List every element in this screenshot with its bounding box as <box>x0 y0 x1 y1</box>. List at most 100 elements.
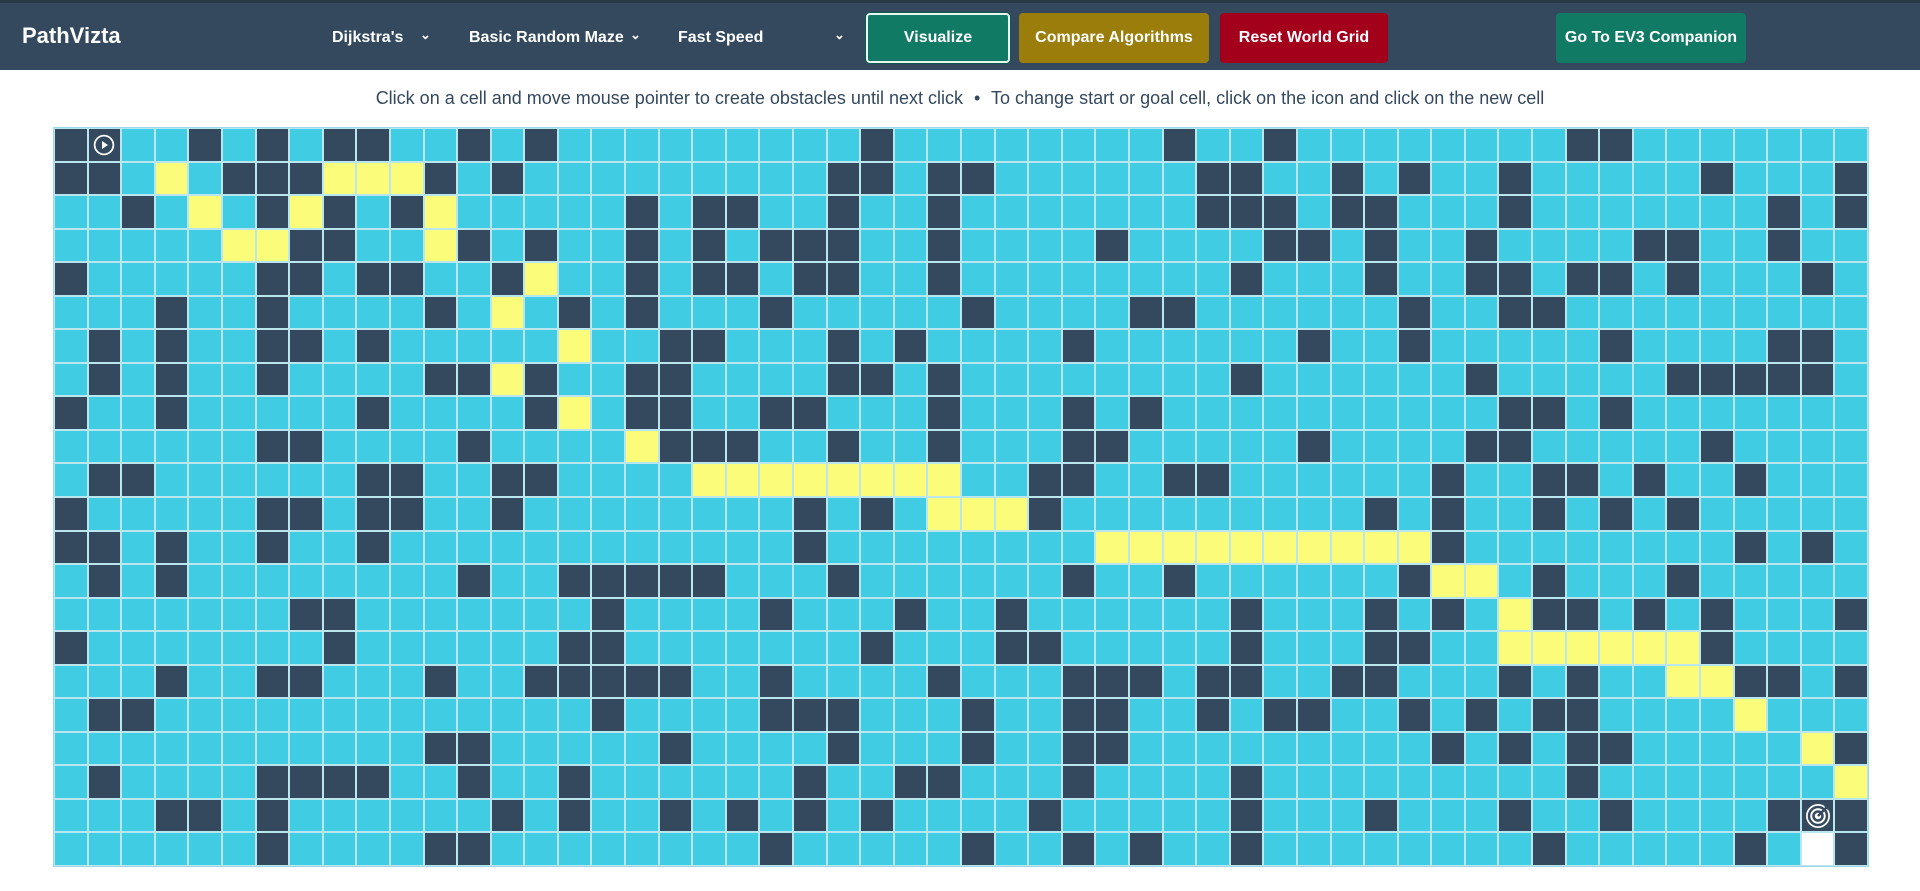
grid-cell[interactable] <box>961 195 995 229</box>
grid-cell[interactable] <box>1229 396 1264 430</box>
grid-cell[interactable] <box>1263 396 1297 430</box>
grid-cell[interactable] <box>356 798 390 833</box>
wall-cell[interactable] <box>1364 262 1398 296</box>
grid-cell[interactable] <box>1330 798 1365 833</box>
grid-cell[interactable] <box>1196 832 1230 866</box>
grid-cell[interactable] <box>1464 664 1499 699</box>
grid-cell[interactable] <box>1028 530 1062 565</box>
grid-cell[interactable] <box>1599 195 1633 229</box>
grid-cell[interactable] <box>994 195 1029 229</box>
wall-cell[interactable] <box>927 262 961 296</box>
grid-cell[interactable] <box>1733 329 1768 363</box>
grid-cell[interactable] <box>457 698 491 732</box>
grid-cell[interactable] <box>1632 195 1667 229</box>
wall-cell[interactable] <box>961 731 995 766</box>
wall-cell[interactable] <box>1498 161 1533 196</box>
wall-cell[interactable] <box>1364 195 1398 229</box>
grid-cell[interactable] <box>121 564 155 598</box>
wall-cell[interactable] <box>1464 228 1499 263</box>
wall-cell[interactable] <box>1532 564 1566 598</box>
grid-cell[interactable] <box>289 128 323 162</box>
grid-cell[interactable] <box>87 798 122 833</box>
wall-cell[interactable] <box>389 195 424 229</box>
grid-cell[interactable] <box>188 161 222 196</box>
grid-cell[interactable] <box>1095 798 1129 833</box>
grid-cell[interactable] <box>1095 564 1129 598</box>
grid-cell[interactable] <box>1263 597 1297 632</box>
grid-cell[interactable] <box>289 564 323 598</box>
wall-cell[interactable] <box>1834 798 1868 833</box>
grid-cell[interactable] <box>1263 362 1297 397</box>
path-cell[interactable] <box>1498 631 1533 665</box>
grid-cell[interactable] <box>1632 731 1667 766</box>
wall-cell[interactable] <box>322 597 357 632</box>
grid-cell[interactable] <box>1565 161 1600 196</box>
wall-cell[interactable] <box>154 329 189 363</box>
grid-cell[interactable] <box>1263 832 1297 866</box>
wall-cell[interactable] <box>860 631 894 665</box>
wall-cell[interactable] <box>289 228 323 263</box>
grid-cell[interactable] <box>1800 295 1835 330</box>
grid-cell[interactable] <box>1767 564 1801 598</box>
grid-cell[interactable] <box>1431 765 1465 799</box>
grid-cell[interactable] <box>893 295 928 330</box>
wall-cell[interactable] <box>457 832 491 866</box>
wall-cell[interactable] <box>289 429 323 464</box>
wall-cell[interactable] <box>255 429 290 464</box>
grid-cell[interactable] <box>1767 698 1801 732</box>
grid-cell[interactable] <box>1028 765 1062 799</box>
wall-cell[interactable] <box>1263 128 1297 162</box>
grid-cell[interactable] <box>1599 429 1633 464</box>
grid-cell[interactable] <box>759 631 794 665</box>
grid-cell[interactable] <box>1397 262 1432 296</box>
grid-cell[interactable] <box>121 262 155 296</box>
grid-cell[interactable] <box>1464 832 1499 866</box>
wall-cell[interactable] <box>356 497 390 531</box>
grid-cell[interactable] <box>1800 463 1835 497</box>
grid-cell[interactable] <box>322 262 357 296</box>
grid-cell[interactable] <box>1061 362 1096 397</box>
wall-cell[interactable] <box>54 161 88 196</box>
grid-cell[interactable] <box>1397 765 1432 799</box>
path-cell[interactable] <box>1196 530 1230 565</box>
grid-cell[interactable] <box>927 530 961 565</box>
grid-cell[interactable] <box>1565 530 1600 565</box>
grid-cell[interactable] <box>221 128 256 162</box>
wall-cell[interactable] <box>1128 396 1163 430</box>
path-cell[interactable] <box>1397 530 1432 565</box>
wall-cell[interactable] <box>1397 161 1432 196</box>
grid-cell[interactable] <box>1128 463 1163 497</box>
wall-cell[interactable] <box>1196 161 1230 196</box>
grid-cell[interactable] <box>389 530 424 565</box>
wall-cell[interactable] <box>1767 362 1801 397</box>
grid-cell[interactable] <box>1397 362 1432 397</box>
grid-cell[interactable] <box>524 798 558 833</box>
grid-cell[interactable] <box>826 631 861 665</box>
grid-cell[interactable] <box>1431 429 1465 464</box>
grid-cell[interactable] <box>860 262 894 296</box>
path-cell[interactable] <box>1632 631 1667 665</box>
grid-cell[interactable] <box>893 698 928 732</box>
grid-cell[interactable] <box>860 329 894 363</box>
grid-cell[interactable] <box>759 731 794 766</box>
grid-cell[interactable] <box>860 530 894 565</box>
grid-cell[interactable] <box>221 329 256 363</box>
wall-cell[interactable] <box>625 228 659 263</box>
grid-cell[interactable] <box>1431 228 1465 263</box>
grid-cell[interactable] <box>1498 362 1533 397</box>
grid-cell[interactable] <box>524 765 558 799</box>
play-circle-icon[interactable] <box>92 133 117 157</box>
grid-cell[interactable] <box>1296 631 1331 665</box>
grid-cell[interactable] <box>1028 664 1062 699</box>
grid-cell[interactable] <box>1834 295 1868 330</box>
grid-cell[interactable] <box>490 128 525 162</box>
grid-cell[interactable] <box>893 798 928 833</box>
wall-cell[interactable] <box>255 497 290 531</box>
wall-cell[interactable] <box>524 228 558 263</box>
path-cell[interactable] <box>1666 664 1701 699</box>
wall-cell[interactable] <box>289 262 323 296</box>
grid-cell[interactable] <box>154 429 189 464</box>
grid-cell[interactable] <box>1397 832 1432 866</box>
grid-cell[interactable] <box>221 631 256 665</box>
grid-cell[interactable] <box>1431 195 1465 229</box>
